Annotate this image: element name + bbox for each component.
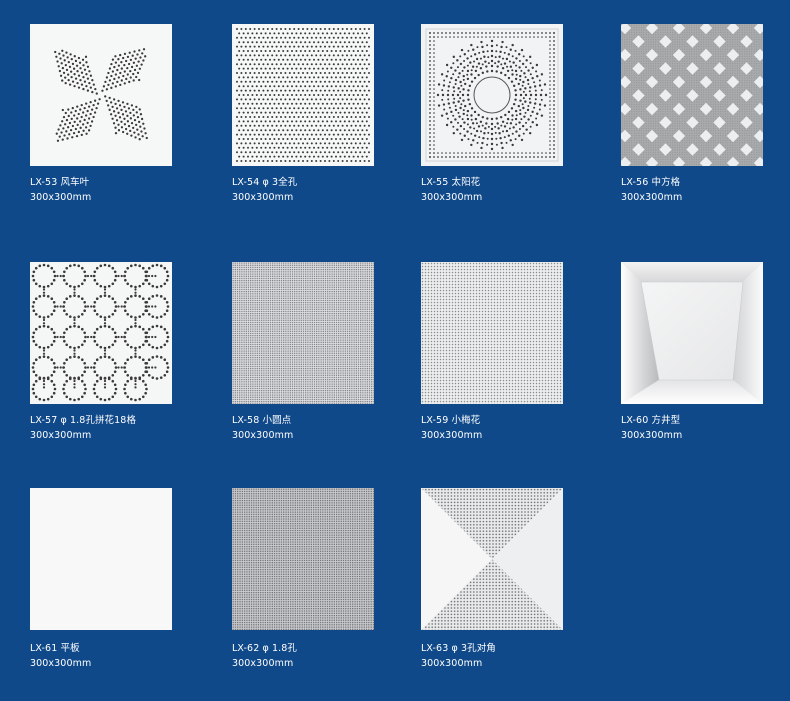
panel-lx62-holes[interactable] bbox=[232, 488, 374, 630]
product-caption-lx55: LX-55 太阳花 300x300mm bbox=[421, 175, 482, 205]
product-caption-lx54: LX-54 φ 3全孔 300x300mm bbox=[232, 175, 297, 205]
product-size: 300x300mm bbox=[232, 658, 294, 669]
panel-lx61-plain[interactable] bbox=[30, 488, 172, 630]
panel-lx55-sunflower[interactable] bbox=[421, 24, 563, 166]
panel-lx57-circle-grid[interactable] bbox=[30, 262, 172, 404]
panel-lx59-small-plum[interactable] bbox=[421, 262, 563, 404]
product-size: 300x300mm bbox=[30, 658, 92, 669]
product-caption-lx58: LX-58 小圆点 300x300mm bbox=[232, 413, 293, 443]
product-caption-lx56: LX-56 中方格 300x300mm bbox=[621, 175, 682, 205]
product-caption-lx61: LX-61 平板 300x300mm bbox=[30, 641, 91, 671]
product-code-name: LX-56 中方格 bbox=[621, 177, 681, 188]
product-size: 300x300mm bbox=[621, 430, 683, 441]
product-code-name: LX-54 φ 3全孔 bbox=[232, 177, 298, 188]
panel-lx60-square-well[interactable] bbox=[621, 262, 763, 404]
panel-lx63-diagonal[interactable] bbox=[421, 488, 563, 630]
product-code-name: LX-59 小梅花 bbox=[421, 415, 481, 426]
product-size: 300x300mm bbox=[30, 430, 92, 441]
product-code-name: LX-57 φ 1.8孔拼花18格 bbox=[30, 415, 137, 426]
product-code-name: LX-62 φ 1.8孔 bbox=[232, 643, 297, 654]
product-code-name: LX-63 φ 3孔对角 bbox=[421, 643, 496, 654]
product-caption-lx59: LX-59 小梅花 300x300mm bbox=[421, 413, 482, 443]
product-caption-lx63: LX-63 φ 3孔对角 300x300mm bbox=[421, 641, 496, 671]
product-code-name: LX-60 方井型 bbox=[621, 415, 681, 426]
product-size: 300x300mm bbox=[621, 192, 683, 203]
product-caption-lx57: LX-57 φ 1.8孔拼花18格 300x300mm bbox=[30, 413, 136, 443]
panel-lx58-fine-dots[interactable] bbox=[232, 262, 374, 404]
product-size: 300x300mm bbox=[421, 430, 483, 441]
panel-lx54-full-holes[interactable] bbox=[232, 24, 374, 166]
product-code-name: LX-55 太阳花 bbox=[421, 177, 481, 188]
product-code-name: LX-58 小圆点 bbox=[232, 415, 292, 426]
product-code-name: LX-61 平板 bbox=[30, 643, 80, 654]
product-caption-lx62: LX-62 φ 1.8孔 300x300mm bbox=[232, 641, 297, 671]
panel-lx56-checker[interactable] bbox=[621, 24, 763, 166]
panel-lx53-windmill[interactable] bbox=[30, 24, 172, 166]
product-caption-lx60: LX-60 方井型 300x300mm bbox=[621, 413, 682, 443]
product-size: 300x300mm bbox=[232, 192, 294, 203]
product-size: 300x300mm bbox=[30, 192, 92, 203]
product-code-name: LX-53 风车叶 bbox=[30, 177, 90, 188]
product-size: 300x300mm bbox=[421, 658, 483, 669]
product-size: 300x300mm bbox=[421, 192, 483, 203]
product-size: 300x300mm bbox=[232, 430, 294, 441]
product-caption-lx53: LX-53 风车叶 300x300mm bbox=[30, 175, 91, 205]
